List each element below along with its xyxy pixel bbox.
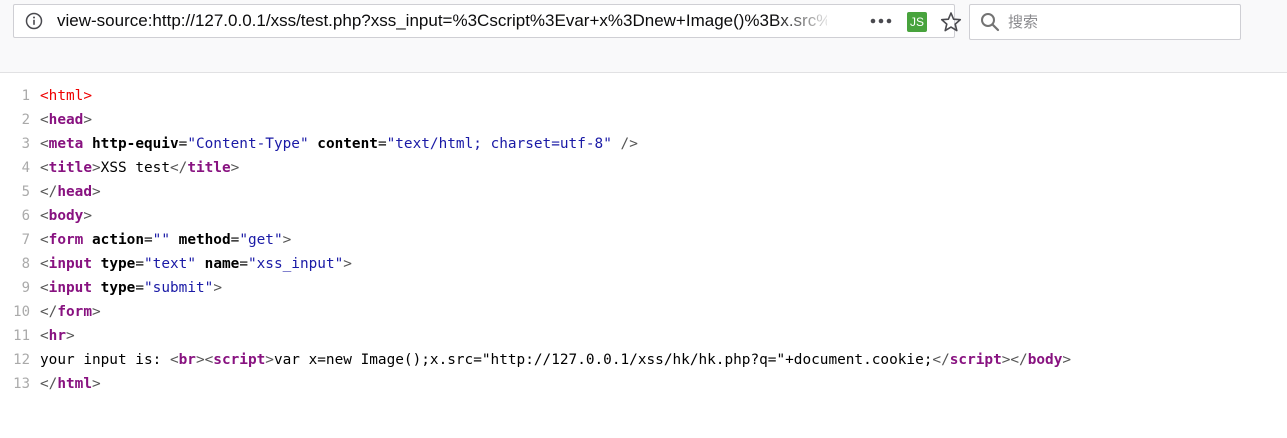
tag-meta: meta [48,136,84,152]
url-text[interactable]: view-source:http://127.0.0.1/xss/test.ph… [57,11,827,31]
search-placeholder[interactable]: 搜索 [1008,12,1038,32]
line-number: 9 [21,280,30,296]
source-line: 4 <title>XSS test</title> [0,156,1287,180]
line-number: 11 [13,328,30,344]
attr-value: "text" [144,256,196,272]
page-source-view: 1 <html> 2 <head> 3 <meta http-equiv="Conte… [0,84,1287,396]
tag-html-close: html [57,376,92,392]
tag-head-close: head [57,184,92,200]
source-line: 7 <form action="" method="get"> [0,228,1287,252]
tag-open-html: <html> [40,88,92,104]
line-number: 4 [21,160,30,176]
js-extension-icon[interactable]: JS [907,12,927,32]
tag-title: title [48,160,92,176]
tag-body-close: body [1027,352,1063,368]
source-line: 9 <input type="submit"> [0,276,1287,300]
line-number: 1 [21,88,30,104]
address-bar[interactable]: view-source:http://127.0.0.1/xss/test.ph… [13,4,962,38]
attr-value: "" [152,232,170,248]
tag-title-close: title [187,160,231,176]
source-line: 3 <meta http-equiv="Content-Type" content… [0,132,1287,156]
more-options-icon[interactable] [870,13,892,29]
line-number: 13 [13,376,30,392]
line-number: 6 [21,208,30,224]
line-number: 7 [21,232,30,248]
url-fade [774,5,834,37]
attr-value: "xss_input" [247,256,344,272]
source-line: 6 <body> [0,204,1287,228]
attr-http-equiv: http-equiv [92,136,179,152]
body-text: your input is: [40,352,170,368]
line-number: 3 [21,136,30,152]
tag-script-close: script [949,352,1002,368]
attr-value: "get" [239,232,283,248]
tag-form: form [48,232,84,248]
info-icon[interactable] [25,12,43,30]
attr-type: type [100,280,136,296]
title-text: XSS test [100,160,170,176]
attr-content: content [317,136,378,152]
attr-value: "submit" [144,280,214,296]
attr-action: action [92,232,144,248]
line-number: 8 [21,256,30,272]
search-icon [980,12,1000,32]
bookmark-star-icon[interactable] [940,11,962,33]
line-number: 5 [21,184,30,200]
tag-form-close: form [57,304,92,320]
source-line: 5 </head> [0,180,1287,204]
source-line: 8 <input type="text" name="xss_input"> [0,252,1287,276]
source-line: 11 <hr> [0,324,1287,348]
tag-body: body [48,208,84,224]
attr-value: "text/html; charset=utf-8" [386,136,612,152]
attr-type: type [100,256,136,272]
source-line: 10 </form> [0,300,1287,324]
source-line: 2 <head> [0,108,1287,132]
tag-input: input [48,256,92,272]
line-number: 10 [13,304,30,320]
browser-toolbar: view-source:http://127.0.0.1/xss/test.ph… [0,0,1287,73]
tag-br: br [178,352,196,368]
tag-head: head [48,112,84,128]
line-number: 2 [21,112,30,128]
tag-script: script [213,352,266,368]
source-line: 13 </html> [0,372,1287,396]
source-line: 12 your input is: <br><script>var x=new I… [0,348,1287,372]
tag-input: input [48,280,92,296]
line-number: 12 [13,352,30,368]
attr-method: method [178,232,231,248]
attr-value: "Content-Type" [187,136,309,152]
search-bar[interactable]: 搜索 [969,4,1241,40]
tag-hr: hr [48,328,66,344]
source-line: 1 <html> [0,84,1287,108]
script-text: var x=new Image();x.src="http://127.0.0.… [273,352,933,368]
attr-name: name [204,256,240,272]
